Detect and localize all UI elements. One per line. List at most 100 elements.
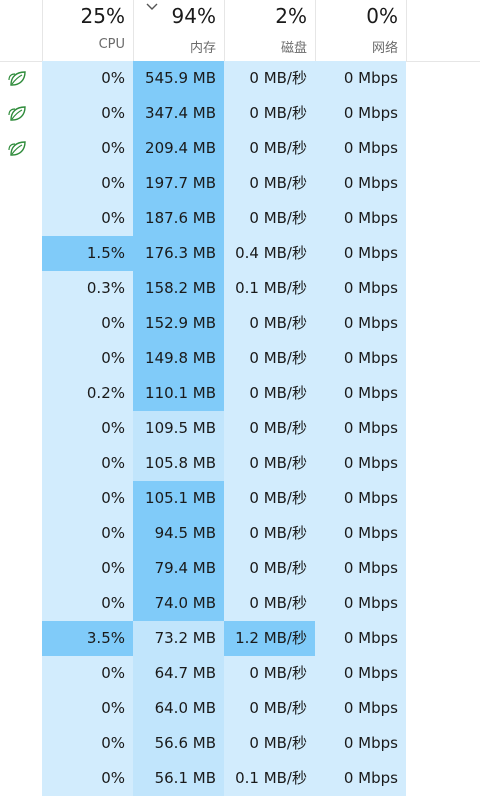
- status-cell: [0, 236, 42, 271]
- table-row[interactable]: 0% 94.5 MB 0 MB/秒 0 Mbps: [0, 516, 480, 551]
- disk-total-percent: 2%: [275, 4, 307, 28]
- cpu-cell: 0%: [42, 306, 133, 341]
- cpu-cell: 0%: [42, 446, 133, 481]
- table-row[interactable]: 0% 64.7 MB 0 MB/秒 0 Mbps: [0, 656, 480, 691]
- network-cell: 0 Mbps: [315, 341, 406, 376]
- process-rows: 0% 545.9 MB 0 MB/秒 0 Mbps 0% 347.4 MB 0 MB/秒 0 …: [0, 61, 480, 796]
- table-row[interactable]: 0% 64.0 MB 0 MB/秒 0 Mbps: [0, 691, 480, 726]
- leaf-icon: [8, 106, 26, 121]
- cpu-cell: 0%: [42, 656, 133, 691]
- status-cell: [0, 481, 42, 516]
- network-cell: 0 Mbps: [315, 376, 406, 411]
- table-row[interactable]: 0% 79.4 MB 0 MB/秒 0 Mbps: [0, 551, 480, 586]
- disk-cell: 0 MB/秒: [224, 166, 315, 201]
- column-header-disk[interactable]: 2% 磁盘: [224, 0, 315, 61]
- cpu-cell: 0%: [42, 586, 133, 621]
- memory-column-label: 内存: [189, 41, 216, 56]
- status-cell: [0, 201, 42, 236]
- cpu-cell: 0%: [42, 201, 133, 236]
- cpu-cell: 1.5%: [42, 236, 133, 271]
- disk-cell: 0 MB/秒: [224, 96, 315, 131]
- cpu-cell: 0%: [42, 481, 133, 516]
- header-spacer: [0, 0, 42, 61]
- table-row[interactable]: 0% 347.4 MB 0 MB/秒 0 Mbps: [0, 96, 480, 131]
- table-row[interactable]: 0% 187.6 MB 0 MB/秒 0 Mbps: [0, 201, 480, 236]
- disk-cell: 0 MB/秒: [224, 306, 315, 341]
- cpu-cell: 0%: [42, 131, 133, 166]
- network-cell: 0 Mbps: [315, 481, 406, 516]
- column-header-network[interactable]: 0% 网络: [315, 0, 407, 61]
- table-row[interactable]: 0% 197.7 MB 0 MB/秒 0 Mbps: [0, 166, 480, 201]
- memory-cell: 149.8 MB: [133, 341, 224, 376]
- chevron-down-icon: [146, 3, 158, 10]
- disk-cell: 0 MB/秒: [224, 201, 315, 236]
- cpu-total-percent: 25%: [80, 4, 125, 28]
- table-row[interactable]: 0% 56.1 MB 0.1 MB/秒 0 Mbps: [0, 761, 480, 796]
- cpu-cell: 0%: [42, 96, 133, 131]
- network-cell: 0 Mbps: [315, 446, 406, 481]
- cpu-cell: 0%: [42, 551, 133, 586]
- table-row[interactable]: 0% 105.8 MB 0 MB/秒 0 Mbps: [0, 446, 480, 481]
- memory-cell: 158.2 MB: [133, 271, 224, 306]
- disk-cell: 0 MB/秒: [224, 376, 315, 411]
- network-cell: 0 Mbps: [315, 691, 406, 726]
- disk-cell: 0 MB/秒: [224, 341, 315, 376]
- disk-cell: 0 MB/秒: [224, 516, 315, 551]
- process-grid: 25% CPU 94% 内存 2% 磁盘 0% 网络 0% 545.9 MB 0 M…: [0, 0, 480, 804]
- status-cell: [0, 551, 42, 586]
- table-row[interactable]: 0% 105.1 MB 0 MB/秒 0 Mbps: [0, 481, 480, 516]
- table-row[interactable]: 0% 109.5 MB 0 MB/秒 0 Mbps: [0, 411, 480, 446]
- status-cell: [0, 166, 42, 201]
- memory-cell: 56.1 MB: [133, 761, 224, 796]
- column-header-memory[interactable]: 94% 内存: [133, 0, 224, 61]
- cpu-cell: 0%: [42, 691, 133, 726]
- disk-cell: 0 MB/秒: [224, 481, 315, 516]
- cpu-cell: 0%: [42, 411, 133, 446]
- disk-cell: 0 MB/秒: [224, 551, 315, 586]
- memory-cell: 545.9 MB: [133, 61, 224, 96]
- network-cell: 0 Mbps: [315, 96, 406, 131]
- network-cell: 0 Mbps: [315, 726, 406, 761]
- disk-cell: 0 MB/秒: [224, 656, 315, 691]
- table-row[interactable]: 0% 209.4 MB 0 MB/秒 0 Mbps: [0, 131, 480, 166]
- cpu-cell: 0%: [42, 761, 133, 796]
- status-cell: [0, 726, 42, 761]
- memory-cell: 187.6 MB: [133, 201, 224, 236]
- table-row[interactable]: 0% 56.6 MB 0 MB/秒 0 Mbps: [0, 726, 480, 761]
- table-row[interactable]: 0% 149.8 MB 0 MB/秒 0 Mbps: [0, 341, 480, 376]
- memory-cell: 94.5 MB: [133, 516, 224, 551]
- cpu-cell: 0%: [42, 341, 133, 376]
- network-cell: 0 Mbps: [315, 621, 406, 656]
- cpu-column-label: CPU: [98, 37, 125, 52]
- table-row[interactable]: 0% 545.9 MB 0 MB/秒 0 Mbps: [0, 61, 480, 96]
- memory-cell: 105.8 MB: [133, 446, 224, 481]
- memory-cell: 79.4 MB: [133, 551, 224, 586]
- status-cell: [0, 96, 42, 131]
- memory-cell: 110.1 MB: [133, 376, 224, 411]
- table-row[interactable]: 0% 74.0 MB 0 MB/秒 0 Mbps: [0, 586, 480, 621]
- status-cell: [0, 131, 42, 166]
- cpu-cell: 0.2%: [42, 376, 133, 411]
- network-cell: 0 Mbps: [315, 761, 406, 796]
- table-row[interactable]: 3.5% 73.2 MB 1.2 MB/秒 0 Mbps: [0, 621, 480, 656]
- status-cell: [0, 341, 42, 376]
- cpu-cell: 0.3%: [42, 271, 133, 306]
- network-cell: 0 Mbps: [315, 551, 406, 586]
- table-row[interactable]: 0.3% 158.2 MB 0.1 MB/秒 0 Mbps: [0, 271, 480, 306]
- table-row[interactable]: 0.2% 110.1 MB 0 MB/秒 0 Mbps: [0, 376, 480, 411]
- network-cell: 0 Mbps: [315, 271, 406, 306]
- memory-cell: 105.1 MB: [133, 481, 224, 516]
- status-cell: [0, 411, 42, 446]
- status-cell: [0, 586, 42, 621]
- disk-cell: 0.4 MB/秒: [224, 236, 315, 271]
- table-row[interactable]: 1.5% 176.3 MB 0.4 MB/秒 0 Mbps: [0, 236, 480, 271]
- memory-cell: 64.0 MB: [133, 691, 224, 726]
- table-row[interactable]: 0% 152.9 MB 0 MB/秒 0 Mbps: [0, 306, 480, 341]
- network-cell: 0 Mbps: [315, 236, 406, 271]
- disk-column-label: 磁盘: [280, 41, 307, 56]
- disk-cell: 0 MB/秒: [224, 726, 315, 761]
- status-cell: [0, 621, 42, 656]
- status-cell: [0, 376, 42, 411]
- column-header-cpu[interactable]: 25% CPU: [42, 0, 133, 61]
- status-cell: [0, 761, 42, 796]
